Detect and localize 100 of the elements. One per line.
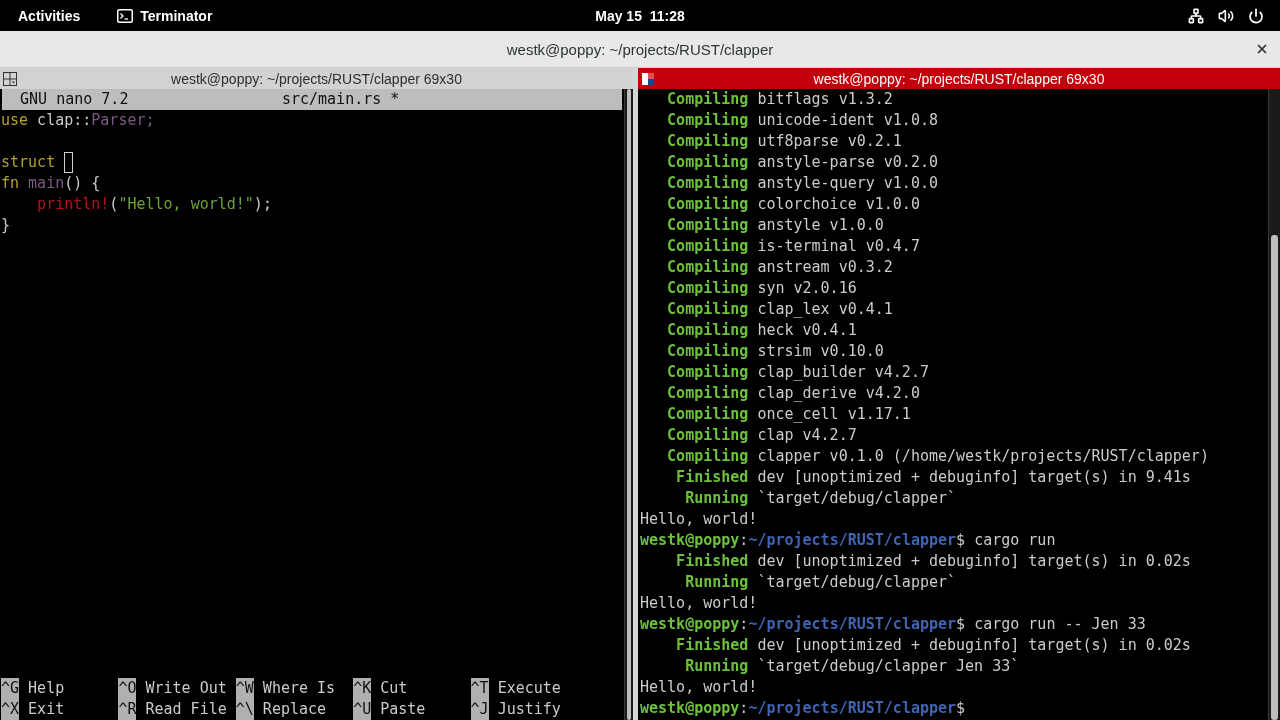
power-icon[interactable]: [1248, 7, 1264, 24]
status-label: Compiling: [667, 131, 749, 152]
shortcut-label: Execute: [497, 678, 561, 699]
terminal-text: Hello, world!: [640, 677, 758, 698]
terminal-text: anstyle-query v1.0.0: [757, 173, 938, 194]
shortcut-label: Help: [28, 678, 65, 699]
shortcut-label: Paste: [380, 699, 426, 720]
shortcut-label: Exit: [28, 699, 65, 720]
status-label: Compiling: [667, 278, 749, 299]
terminal-text: clapper v0.1.0 (/home/westk/projects/RUST/clapper): [757, 446, 1209, 467]
terminal-text: dev [unoptimized + debuginfo] target(s) in 0.02s: [757, 551, 1191, 572]
status-label: Compiling: [667, 173, 749, 194]
status-label: Compiling: [667, 320, 749, 341]
terminal-text: syn v2.0.16: [757, 278, 857, 299]
code-line: use clap::Parser;: [1, 110, 155, 131]
code-line: struct: [1, 152, 56, 173]
terminal-text: Hello, world!: [640, 593, 758, 614]
status-label: Compiling: [667, 89, 749, 110]
scrollbar[interactable]: [1268, 89, 1280, 720]
terminal-text: clap v4.2.7: [757, 425, 857, 446]
status-label: Compiling: [667, 425, 749, 446]
terminal-text: anstream v0.3.2: [757, 257, 893, 278]
shortcut-key: ^K: [353, 678, 372, 699]
status-label: Running: [685, 488, 749, 509]
shortcut-key: ^X: [1, 699, 20, 720]
terminal-text: strsim v0.10.0: [757, 341, 884, 362]
terminal-text: utf8parse v0.2.1: [757, 131, 902, 152]
status-label: Compiling: [667, 110, 749, 131]
status-label: Finished: [676, 467, 749, 488]
split-icon[interactable]: [3, 71, 17, 86]
shortcut-label: Cut: [380, 678, 408, 699]
terminal-text: `target/debug/clapper`: [757, 488, 957, 509]
shortcut-key: ^O: [118, 678, 137, 699]
code-line: fn main() {: [1, 173, 101, 194]
terminal-text: bitflags v1.3.2: [757, 89, 893, 110]
activities-button[interactable]: Activities: [0, 0, 99, 31]
shortcut-key: ^W: [235, 678, 254, 699]
command-text: cargo run: [974, 530, 1056, 551]
terminal-text: clap_builder v4.2.7: [757, 362, 929, 383]
status-label: Running: [685, 656, 749, 677]
window-title: westk@poppy: ~/projects/RUST/clapper: [506, 40, 774, 58]
status-label: Compiling: [667, 152, 749, 173]
text-cursor: [64, 152, 74, 173]
clock-button[interactable]: May 15 11:28: [587, 0, 693, 31]
status-label: Compiling: [667, 194, 749, 215]
shortcut-label: Replace: [262, 699, 327, 720]
shortcut-label: Write Out: [145, 678, 227, 699]
pane-title: westk@poppy: ~/projects/RUST/clapper 69x30: [171, 70, 462, 87]
status-label: Compiling: [667, 383, 749, 404]
status-label: Finished: [676, 551, 749, 572]
network-icon[interactable]: [1188, 7, 1204, 24]
scrollbar-thumb[interactable]: [627, 89, 631, 720]
terminal-text: `target/debug/clapper Jen 33`: [757, 656, 1020, 677]
window-icon[interactable]: [642, 72, 654, 85]
close-icon[interactable]: [1255, 42, 1269, 56]
shell-prompt: westk@poppy:~/projects/RUST/clapper$: [640, 614, 966, 635]
terminal-text: is-terminal v0.4.7: [757, 236, 920, 257]
terminal-text: Hello, world!: [640, 509, 758, 530]
scrollbar-thumb[interactable]: [1271, 235, 1278, 720]
terminal-text: clap_derive v4.2.0: [757, 383, 920, 404]
shortcut-label: Read File: [145, 699, 227, 720]
shell-prompt: westk@poppy:~/projects/RUST/clapper$: [640, 698, 966, 719]
shortcut-key: ^\: [235, 699, 254, 720]
editor-name: GNU nano 7.2: [20, 89, 129, 110]
terminal-text: once_cell v1.17.1: [757, 404, 911, 425]
status-label: Compiling: [667, 341, 749, 362]
status-label: Compiling: [667, 404, 749, 425]
status-label: Compiling: [667, 215, 749, 236]
shell-prompt: westk@poppy:~/projects/RUST/clapper$: [640, 530, 966, 551]
terminal-text: unicode-ident v1.0.8: [757, 110, 938, 131]
shortcut-key: ^U: [353, 699, 372, 720]
terminal-text: clap_lex v0.4.1: [757, 299, 893, 320]
shortcut-key: ^G: [1, 678, 20, 699]
status-label: Running: [685, 572, 749, 593]
shortcut-key: ^J: [470, 699, 489, 720]
shortcut-label: Justify: [497, 699, 561, 720]
scrollbar[interactable]: [624, 89, 633, 720]
terminal-text: heck v0.4.1: [757, 320, 857, 341]
code-line: }: [1, 215, 11, 236]
terminal-text: `target/debug/clapper`: [757, 572, 957, 593]
terminal-text: anstyle v1.0.0: [757, 215, 884, 236]
terminal-text: dev [unoptimized + debuginfo] target(s) in 9.41s: [757, 467, 1191, 488]
code-line: println!("Hello, world!");: [37, 194, 272, 215]
status-label: Finished: [676, 635, 749, 656]
status-label: Compiling: [667, 257, 749, 278]
terminal-text: anstyle-parse v0.2.0: [757, 152, 938, 173]
command-text: cargo run -- Jen 33: [974, 614, 1146, 635]
terminal-text: dev [unoptimized + debuginfo] target(s) in 0.02s: [757, 635, 1191, 656]
app-menu-button[interactable]: Terminator: [98, 0, 223, 31]
file-name: src/main.rs *: [281, 89, 400, 110]
terminal-text: colorchoice v1.0.0: [757, 194, 920, 215]
volume-icon[interactable]: [1218, 7, 1234, 24]
terminal-icon: [117, 8, 134, 23]
status-label: Compiling: [667, 299, 749, 320]
shortcut-key: ^T: [470, 678, 489, 699]
status-label: Compiling: [667, 362, 749, 383]
pane-title: westk@poppy: ~/projects/RUST/clapper 69x30: [813, 70, 1105, 87]
shortcut-label: Where Is: [262, 678, 336, 699]
status-label: Compiling: [667, 446, 749, 467]
status-label: Compiling: [667, 236, 749, 257]
